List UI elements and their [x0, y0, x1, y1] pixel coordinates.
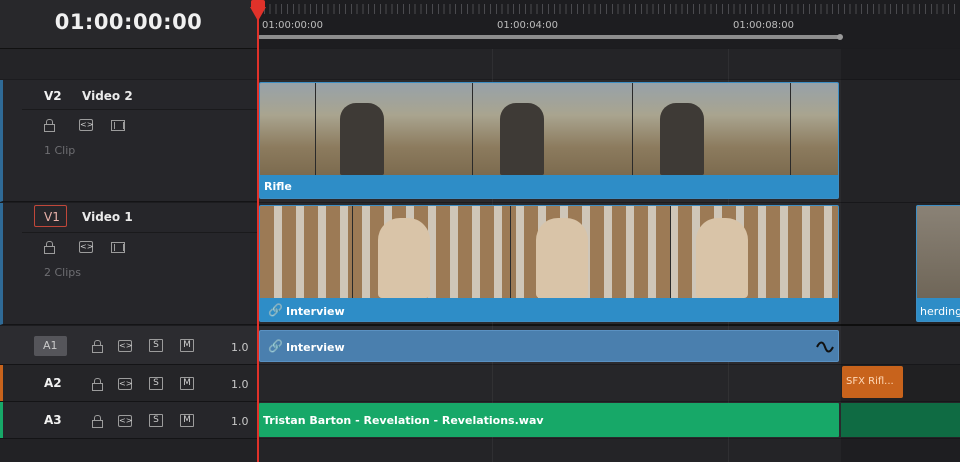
track-id-a1: A1 [43, 339, 58, 352]
track-id-v1: V1 [44, 210, 60, 224]
clip-rifle[interactable]: Rifle [259, 82, 839, 199]
track-name-v1[interactable]: Video 1 [82, 210, 133, 224]
clip-label: Interview [286, 305, 345, 318]
interview-thumbnails [260, 206, 838, 298]
rifle-figure [500, 103, 544, 175]
clip-label: Interview [286, 341, 345, 354]
header-divider [22, 109, 257, 110]
playhead-line[interactable] [257, 0, 259, 462]
lock-icon[interactable] [92, 378, 103, 391]
lock-icon[interactable] [92, 415, 103, 428]
clip-music[interactable]: Tristan Barton - Revelation - Revelation… [259, 403, 839, 437]
interview-figure [536, 218, 588, 298]
auto-select-icon[interactable]: <> [118, 415, 132, 427]
solo-button[interactable]: S [149, 414, 163, 427]
clip-interview-audio[interactable]: 🔗 Interview [259, 330, 839, 362]
range-end-handle[interactable] [837, 34, 843, 40]
auto-select-icon[interactable]: <> [79, 241, 93, 253]
clip-label: SFX Rifl... [846, 376, 894, 387]
rifle-figure [340, 103, 384, 175]
herding-thumbnail [917, 206, 960, 298]
auto-select-icon[interactable]: <> [118, 340, 132, 352]
solo-button[interactable]: S [149, 339, 163, 352]
track-output-icon[interactable] [111, 242, 125, 253]
thumb-divider [632, 83, 633, 175]
header-divider [22, 232, 257, 233]
thumb-divider [472, 83, 473, 175]
track-header-empty [0, 439, 257, 462]
track-header-spacer [0, 49, 257, 79]
track-id-a3: A3 [44, 413, 62, 427]
clip-sfx[interactable]: SFX Rifl... [842, 366, 903, 398]
track-name-v2[interactable]: Video 2 [82, 89, 133, 103]
clip-label: Tristan Barton - Revelation - Revelation… [263, 414, 544, 427]
link-icon: 🔗 [268, 339, 283, 353]
clip-interview-video[interactable]: 🔗 Interview [259, 205, 839, 322]
solo-button[interactable]: S [149, 377, 163, 390]
track-color-strip [0, 402, 3, 438]
ruler-label-0: 01:00:00:00 [262, 20, 324, 31]
thumb-divider [315, 83, 316, 175]
thumb-divider [670, 206, 671, 298]
lock-icon[interactable] [44, 119, 55, 132]
clip-label: Rifle [264, 180, 292, 193]
interview-figure [696, 218, 748, 298]
clip-count-v1: 2 Clips [44, 266, 82, 279]
rifle-thumbnails [260, 83, 838, 175]
waveform-icon[interactable] [816, 341, 834, 353]
thumb-divider [790, 83, 791, 175]
thumb-divider [510, 206, 511, 298]
interview-figure [378, 218, 430, 298]
track-color-strip [0, 365, 3, 401]
mute-button[interactable]: M [180, 339, 194, 352]
render-range-bar[interactable] [258, 35, 840, 39]
clip-label: herding [920, 305, 960, 318]
track-volume-a1[interactable]: 1.0 [231, 341, 249, 354]
lock-icon[interactable] [44, 241, 55, 254]
track-volume-a2[interactable]: 1.0 [231, 378, 249, 391]
auto-select-icon[interactable]: <> [79, 119, 93, 131]
rifle-figure [660, 103, 704, 175]
ruler-label-4: 01:00:04:00 [497, 20, 559, 31]
ruler-label-8: 01:00:08:00 [733, 20, 795, 31]
auto-select-icon[interactable]: <> [118, 378, 132, 390]
mute-button[interactable]: M [180, 414, 194, 427]
clip-music-continuation[interactable] [841, 403, 960, 437]
playhead-marker[interactable] [250, 7, 266, 21]
clip-count-v2: 1 Clip [44, 144, 76, 157]
track-output-icon[interactable] [111, 120, 125, 131]
clip-herding[interactable]: herding [916, 205, 960, 322]
lock-icon[interactable] [92, 340, 103, 353]
mute-button[interactable]: M [180, 377, 194, 390]
track-id-a2: A2 [44, 376, 62, 390]
track-id-v2: V2 [44, 89, 62, 103]
link-icon: 🔗 [268, 303, 283, 317]
track-volume-a3[interactable]: 1.0 [231, 415, 249, 428]
thumb-divider [352, 206, 353, 298]
ruler-ticks [258, 4, 960, 14]
timecode-display[interactable]: 01:00:00:00 [0, 10, 257, 34]
